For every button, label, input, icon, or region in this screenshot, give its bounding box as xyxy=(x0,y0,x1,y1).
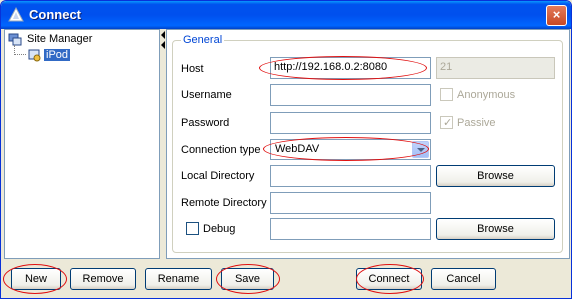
rename-button[interactable]: Rename xyxy=(145,268,212,290)
close-button[interactable]: × xyxy=(546,5,567,26)
browse-debug-button[interactable]: Browse xyxy=(436,218,555,240)
window-title: Connect xyxy=(29,7,81,22)
anonymous-label: Anonymous xyxy=(457,89,516,101)
tree-item-label: iPod xyxy=(44,49,71,61)
remote-directory-label: Remote Directory xyxy=(181,197,267,209)
close-icon: × xyxy=(552,7,561,22)
remove-button[interactable]: Remove xyxy=(70,268,136,290)
save-button[interactable]: Save xyxy=(221,268,274,290)
connect-button[interactable]: Connect xyxy=(356,268,422,290)
app-icon xyxy=(8,6,24,22)
new-button[interactable]: New xyxy=(11,268,61,290)
port-value: 21 xyxy=(440,61,453,73)
remote-directory-input[interactable] xyxy=(270,192,431,214)
host-input[interactable]: http://192.168.0.2:8080 xyxy=(270,57,431,79)
anonymous-checkbox xyxy=(440,88,453,101)
username-input[interactable] xyxy=(270,84,431,106)
debug-path-input[interactable] xyxy=(270,218,431,240)
debug-label: Debug xyxy=(203,223,236,235)
site-icon xyxy=(28,49,41,62)
tree-item-ipod[interactable]: iPod xyxy=(27,47,71,63)
username-label: Username xyxy=(181,89,232,101)
site-tree[interactable]: Site Manager iPod xyxy=(4,29,160,259)
title-bar: Connect × xyxy=(1,1,571,29)
passive-checkbox: ✓ xyxy=(440,116,453,129)
connect-window: Connect × Site Manager iPod General Host… xyxy=(0,0,572,299)
password-label: Password xyxy=(181,117,230,129)
host-label: Host xyxy=(181,63,204,75)
local-directory-label: Local Directory xyxy=(181,170,255,182)
host-value: http://192.168.0.2:8080 xyxy=(274,61,388,73)
chevron-down-icon[interactable] xyxy=(412,141,429,158)
tree-connector xyxy=(14,45,26,55)
passive-label: Passive xyxy=(457,117,496,129)
password-input[interactable] xyxy=(270,112,431,134)
browse-local-button[interactable]: Browse xyxy=(436,165,555,187)
cancel-button[interactable]: Cancel xyxy=(431,268,496,290)
collapse-left-icon[interactable] xyxy=(161,41,165,49)
checkmark-icon: ✓ xyxy=(443,117,453,129)
tree-item-label: Site Manager xyxy=(27,33,93,45)
connection-type-select[interactable]: WebDAV xyxy=(270,139,431,160)
group-legend: General xyxy=(181,34,225,46)
local-directory-input[interactable] xyxy=(270,165,431,187)
connection-type-value: WebDAV xyxy=(275,143,320,155)
port-input: 21 xyxy=(436,57,555,79)
connection-type-label: Connection type xyxy=(181,144,261,156)
site-manager-icon xyxy=(8,33,22,46)
debug-checkbox[interactable] xyxy=(186,222,199,235)
collapse-left-icon[interactable] xyxy=(161,31,165,39)
